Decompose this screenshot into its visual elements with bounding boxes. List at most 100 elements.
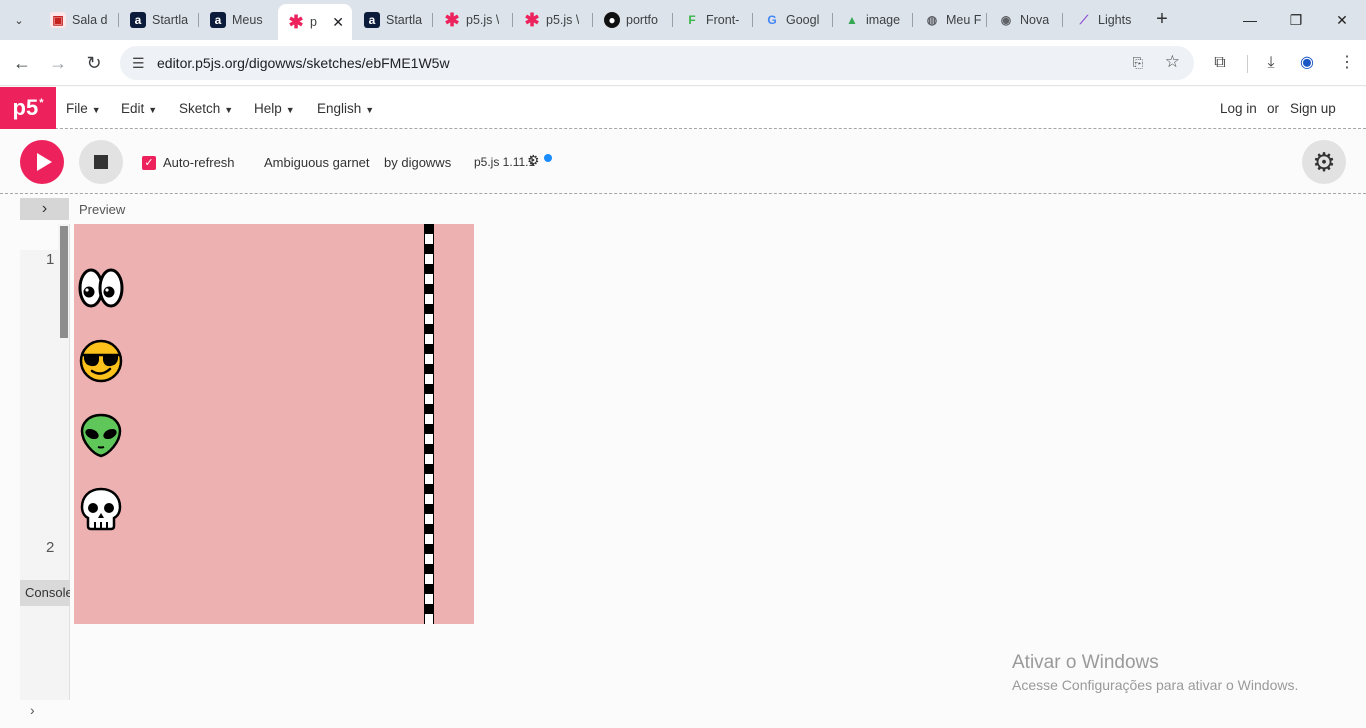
tab-p5js-2[interactable]: ✱ p5.js \ [514,4,592,36]
finish-line [424,224,434,624]
tab-separator [432,13,433,27]
tab-separator [752,13,753,27]
restore-icon[interactable]: ❐ [1284,8,1308,32]
kebab-menu-icon[interactable]: ⋮ [1336,52,1358,74]
caret-down-icon: ▼ [148,105,158,115]
tab-label: p5.js \ [466,13,500,27]
activation-watermark-subtitle: Acesse Configurações para ativar o Windo… [1012,677,1299,693]
settings-gear-button[interactable]: ⚙ [1302,140,1346,184]
tab-github[interactable]: ● portfo [594,4,672,36]
menu-file[interactable]: File ▼ [66,101,101,116]
tab-label: Lights [1098,13,1132,27]
extensions-puzzle-icon[interactable]: ⧉ [1209,52,1231,74]
p5-asterisk-icon: ✱ [444,9,460,30]
skull-emoji [80,487,122,531]
p5-logo[interactable]: p5 * [0,87,56,129]
new-tab-plus-icon[interactable]: + [1152,9,1172,30]
tab-separator [118,13,119,27]
tab-drive[interactable]: ▲ image [834,4,912,36]
translate-icon[interactable]: ⎘ [1128,53,1148,73]
sketch-canvas[interactable] [74,224,474,624]
globe-icon: ◍ [926,13,938,27]
tab-p5-active[interactable]: ✱ p ✕ [278,4,352,40]
caret-down-icon: ▼ [224,105,234,115]
menu-label: English [317,101,362,116]
version-gear-icon[interactable]: ⚙ [527,152,540,169]
p5-version-label[interactable]: p5.js 1.11.1 [474,155,535,169]
activation-watermark-title: Ativar o Windows [1012,652,1159,673]
close-window-icon[interactable]: ✕ [1330,8,1354,32]
a-letter-icon: a [364,12,380,28]
tab-separator [672,13,673,27]
login-link[interactable]: Log in [1220,101,1257,116]
menu-help[interactable]: Help ▼ [254,101,295,116]
tab-separator [198,13,199,27]
tab-sala[interactable]: ▣ Sala d [40,4,118,36]
menu-edit[interactable]: Edit ▼ [121,101,157,116]
tab-meu-f[interactable]: ◍ Meu F [914,4,986,36]
line-number: 1 [46,251,55,268]
minimize-icon[interactable]: — [1238,8,1262,32]
gutter-top-strip [20,224,58,250]
auto-refresh-toggle[interactable]: ✓ Auto-refresh [142,155,235,170]
tab-label: Meus [232,13,263,27]
profile-avatar-icon[interactable]: ◉ [1296,52,1318,74]
gutter-bottom-strip [20,700,70,728]
chrome-icon: ◉ [1000,13,1012,27]
console-expand-chevron-icon[interactable]: › [30,702,35,718]
stop-button[interactable] [79,140,123,184]
caret-down-icon: ▼ [285,105,295,115]
bookmark-star-icon[interactable]: ☆ [1165,52,1180,72]
close-tab-icon[interactable]: ✕ [332,14,344,31]
sketch-owner[interactable]: by digowws [384,155,451,170]
or-text: or [1267,101,1280,116]
menu-label: File [66,101,88,116]
tab-label: image [866,13,901,27]
tab-label: Googl [786,13,820,27]
sketch-name[interactable]: Ambiguous garnet [264,155,370,170]
tab-google[interactable]: G Googl [754,4,832,36]
tab-label: Meu F [946,13,982,27]
play-button[interactable] [20,140,64,184]
url-text[interactable]: editor.p5js.org/digowws/sketches/ebFME1W… [157,55,450,71]
menu-label: Help [254,101,282,116]
toolbar-divider [1247,55,1248,73]
f-flag-icon: F [688,13,696,27]
editor-scrollbar[interactable] [60,226,68,338]
tab-search-chevron-icon[interactable]: ⌄ [6,8,32,32]
google-icon: G [767,13,777,27]
tab-meus[interactable]: a Meus [200,4,278,36]
tab-startla-2[interactable]: a Startla [354,4,432,36]
tab-startla-1[interactable]: a Startla [120,4,198,36]
signup-link[interactable]: Sign up [1290,101,1336,116]
tab-lights[interactable]: ⟋ Lights [1066,4,1144,36]
p5-asterisk-icon: ✱ [288,11,304,32]
back-arrow-icon[interactable]: ← [9,50,35,76]
browser-toolbar: ← → ↻ ☰ editor.p5js.org/digowws/sketches… [0,40,1366,86]
tab-label: Startla [386,13,423,27]
menu-label: Sketch [179,101,221,116]
download-icon[interactable]: ⤓ [1260,52,1282,74]
tab-front[interactable]: F Front- [674,4,752,36]
address-bar[interactable]: ☰ editor.p5js.org/digowws/sketches/ebFME… [120,46,1194,80]
reload-icon[interactable]: ↻ [81,50,107,76]
forward-arrow-icon[interactable]: → [45,50,71,76]
caret-down-icon: ▼ [91,105,101,115]
p5-toolbar: ✓ Auto-refresh Ambiguous garnet by digow… [0,130,1366,194]
expand-sidebar-chevron-icon[interactable]: › [20,198,69,220]
caret-down-icon: ▼ [365,105,375,115]
a-letter-icon: a [130,12,146,28]
console-tab[interactable]: Console [20,580,70,606]
checkbox-checked-icon[interactable]: ✓ [142,155,156,170]
site-settings-icon[interactable]: ☰ [132,55,145,72]
tab-label: Sala d [72,13,108,27]
menu-language[interactable]: English ▼ [317,101,374,116]
menu-sketch[interactable]: Sketch ▼ [179,101,233,116]
tab-separator [832,13,833,27]
tab-label: portfo [626,13,658,27]
tab-separator [512,13,513,27]
tab-label: p [310,15,317,29]
p5-asterisk-icon: ✱ [524,9,540,30]
tab-p5js-1[interactable]: ✱ p5.js \ [434,4,512,36]
tab-nova[interactable]: ◉ Nova [988,4,1060,36]
